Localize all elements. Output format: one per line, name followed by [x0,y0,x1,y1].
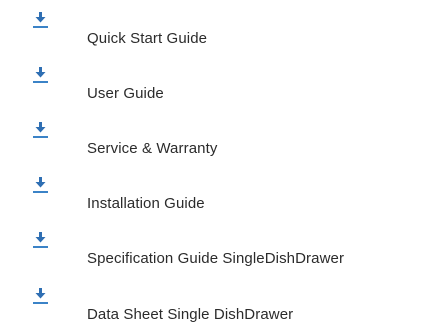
download-label[interactable]: Quick Start Guide [87,30,207,48]
download-link-data-sheet[interactable]: Data Sheet Single DishDrawer [0,288,441,328]
download-icon[interactable] [33,12,48,28]
download-icon[interactable] [33,177,48,193]
download-icon[interactable] [33,232,48,248]
download-link-quick-start-guide[interactable]: Quick Start Guide [0,12,441,52]
download-link-service-warranty[interactable]: Service & Warranty [0,122,441,162]
download-label[interactable]: Installation Guide [87,195,205,213]
download-icon[interactable] [33,67,48,83]
document-download-list: Quick Start Guide User Guide Service & W… [0,0,441,326]
download-icon[interactable] [33,122,48,138]
download-label[interactable]: Service & Warranty [87,140,217,158]
download-label[interactable]: Data Sheet Single DishDrawer [87,306,293,324]
download-link-installation-guide[interactable]: Installation Guide [0,177,441,217]
download-icon[interactable] [33,288,48,304]
download-link-specification-guide[interactable]: Specification Guide SingleDishDrawer [0,232,441,272]
download-link-user-guide[interactable]: User Guide [0,67,441,107]
download-label[interactable]: User Guide [87,85,164,103]
download-label[interactable]: Specification Guide SingleDishDrawer [87,250,344,268]
